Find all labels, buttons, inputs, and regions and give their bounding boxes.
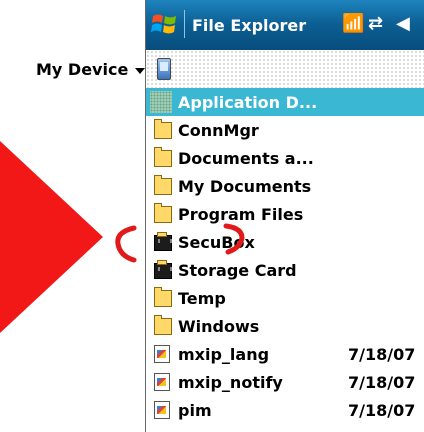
list-item[interactable]: Temp [146,284,424,312]
item-name: Application D... [178,93,318,112]
file-icon [154,345,170,363]
list-item[interactable]: Windows [146,312,424,340]
title-bar: File Explorer 📶 ⇄ ◀ [146,0,424,50]
folder-icon [154,147,172,167]
device-icon [157,58,171,80]
antenna-icon[interactable]: 📶 [342,13,364,35]
item-date: 7/18/07 [348,401,416,420]
folder-icon [154,315,172,335]
list-item[interactable]: mxip_lang 7/18/07 [146,340,424,368]
folder-icon [154,175,172,195]
red-arrow-annotation [0,141,103,333]
title-separator [184,10,185,38]
windows-start-icon[interactable] [150,8,180,38]
list-item[interactable]: Program Files [146,200,424,228]
file-list: Application D... ConnMgr Documents a... … [145,88,424,432]
item-name: Temp [178,289,226,308]
volume-icon[interactable]: ◀ [396,13,410,35]
location-label[interactable]: My Device [36,60,128,79]
app-title: File Explorer [192,16,307,35]
file-icon [154,401,170,419]
sync-icon[interactable]: ⇄ [368,13,383,35]
item-name: mxip_notify [178,373,283,392]
item-name: mxip_lang [178,345,270,364]
list-item[interactable]: Documents a... [146,144,424,172]
left-bracket-annotation [115,225,137,263]
item-name: Storage Card [178,261,297,280]
list-item[interactable]: Storage Card [146,256,424,284]
folder-icon [150,91,172,113]
storage-card-icon [154,232,172,251]
list-item[interactable]: pim 7/18/07 [146,396,424,424]
storage-card-icon [154,260,172,279]
chevron-down-icon[interactable] [135,68,145,74]
folder-icon [154,287,172,307]
list-item[interactable]: mxip_notify 7/18/07 [146,368,424,396]
list-item[interactable]: SecuBox [146,228,424,256]
item-date: 7/18/07 [348,373,416,392]
file-icon [154,373,170,391]
list-item[interactable]: Application D... [146,88,424,116]
list-item[interactable]: My Documents [146,172,424,200]
folder-icon [154,119,172,139]
item-name: Documents a... [178,149,314,168]
item-name: ConnMgr [178,121,259,140]
item-name: Windows [178,317,260,336]
item-date: 7/18/07 [348,345,416,364]
list-item[interactable]: ConnMgr [146,116,424,144]
folder-icon [154,203,172,223]
item-name: My Documents [178,177,312,196]
right-bracket-annotation [223,223,245,255]
location-bar[interactable] [146,50,424,88]
item-name: pim [178,401,212,420]
